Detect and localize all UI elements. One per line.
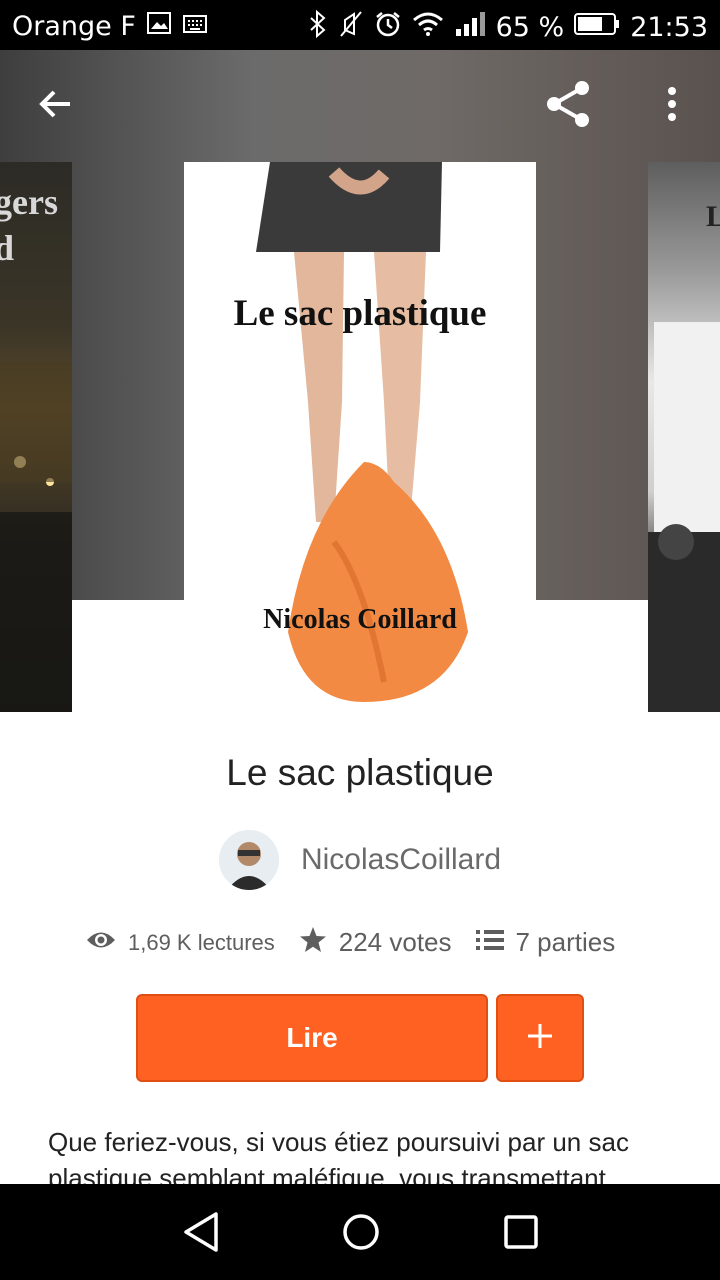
share-icon bbox=[542, 78, 594, 135]
list-icon bbox=[475, 928, 504, 957]
clock: 21:53 bbox=[630, 12, 708, 43]
arrow-left-icon bbox=[36, 84, 76, 129]
cover-title: Le sac plastique bbox=[233, 293, 487, 334]
alarm-icon bbox=[374, 10, 402, 45]
keyboard-icon bbox=[182, 11, 208, 42]
nav-back-button[interactable] bbox=[178, 1208, 226, 1256]
triangle-back-icon bbox=[178, 1212, 226, 1260]
svg-text:d: d bbox=[0, 228, 14, 268]
back-button[interactable] bbox=[24, 74, 88, 138]
reads-stat: 1,69 K lectures bbox=[86, 929, 275, 956]
nav-recents-button[interactable] bbox=[497, 1208, 545, 1256]
add-to-library-button[interactable] bbox=[496, 994, 584, 1082]
avatar[interactable] bbox=[218, 830, 279, 890]
parts-count: 7 parties bbox=[515, 927, 616, 957]
more-vertical-icon bbox=[667, 86, 677, 127]
nav-home-button[interactable] bbox=[337, 1208, 385, 1256]
author-row[interactable]: NicolasCoillard bbox=[0, 830, 720, 890]
status-bar: Orange F 65 % 21:53 bbox=[0, 0, 720, 50]
author-name[interactable]: NicolasCoillard bbox=[301, 843, 501, 877]
app-bar bbox=[0, 50, 720, 162]
cover-author: Nicolas Coillard bbox=[263, 604, 457, 635]
svg-text:gers: gers bbox=[0, 182, 58, 222]
cover-carousel[interactable]: gers d Le sac plastique Nicolas Coillard… bbox=[0, 50, 720, 712]
bluetooth-icon bbox=[308, 9, 328, 45]
book-title: Le sac plastique bbox=[226, 752, 494, 793]
votes-stat: 224 votes bbox=[299, 926, 452, 959]
story-stats: 1,69 K lectures 224 votes 7 parties bbox=[86, 926, 615, 959]
next-book-cover[interactable]: L bbox=[648, 162, 720, 712]
read-button[interactable]: Lire bbox=[136, 994, 488, 1082]
reads-count: 1,69 K lectures bbox=[128, 929, 275, 955]
share-button[interactable] bbox=[536, 74, 600, 138]
eye-icon bbox=[86, 929, 116, 956]
parts-stat: 7 parties bbox=[475, 927, 616, 958]
story-description[interactable]: Que feriez-vous, si vous étiez poursuivi… bbox=[48, 1124, 688, 1184]
svg-text:L: L bbox=[706, 200, 720, 233]
square-recents-icon bbox=[497, 1215, 545, 1260]
battery-percent: 65 % bbox=[495, 12, 565, 43]
plus-icon bbox=[525, 1021, 555, 1056]
navigation-bar bbox=[0, 1184, 720, 1280]
circle-home-icon bbox=[337, 1214, 385, 1260]
star-icon bbox=[299, 926, 327, 959]
carrier-label: Orange F bbox=[12, 11, 136, 42]
battery-icon bbox=[574, 12, 620, 43]
previous-book-cover[interactable]: gers d bbox=[0, 162, 72, 712]
wifi-icon bbox=[412, 11, 444, 44]
votes-count: 224 votes bbox=[338, 927, 452, 957]
signal-icon bbox=[454, 11, 486, 44]
book-cover[interactable]: Le sac plastique Nicolas Coillard bbox=[184, 162, 536, 712]
image-icon bbox=[146, 10, 172, 43]
more-options-button[interactable] bbox=[640, 74, 704, 138]
mute-icon bbox=[338, 10, 364, 45]
